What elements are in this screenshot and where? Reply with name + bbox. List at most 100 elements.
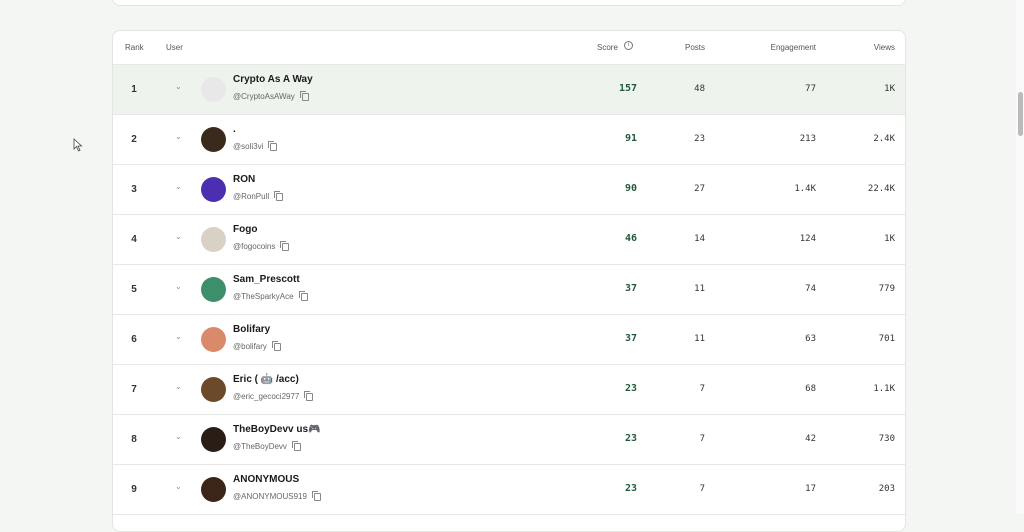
copy-icon[interactable]: [299, 90, 309, 101]
chevron-down-icon[interactable]: ⌄: [175, 432, 182, 441]
chevron-down-icon[interactable]: ⌄: [175, 182, 182, 191]
user-name[interactable]: Crypto As A Way: [233, 74, 313, 85]
user-handle: @TheSparkyAce: [233, 290, 308, 301]
chevron-down-icon[interactable]: ⌄: [175, 332, 182, 341]
score-cell: 23: [624, 433, 637, 444]
table-header: Rank User Score i Posts Engagement Views: [113, 31, 905, 65]
rank-cell: 1: [131, 84, 137, 95]
rank-cell: 4: [131, 234, 137, 245]
rank-cell: 7: [131, 384, 137, 395]
leaderboard-table: Rank User Score i Posts Engagement Views…: [112, 30, 906, 532]
views-cell: 730: [878, 434, 895, 444]
user-name[interactable]: RON: [233, 174, 255, 185]
table-row[interactable]: 9 ⌄ ANONYMOUS @ANONYMOUS919 23 7 17 203: [113, 465, 905, 515]
copy-icon[interactable]: [268, 140, 278, 151]
handle-text: @RonPull: [233, 192, 270, 201]
chevron-down-icon[interactable]: ⌄: [175, 282, 182, 291]
copy-icon[interactable]: [271, 340, 281, 351]
user-name[interactable]: TheBoyDevv us🎮: [233, 424, 320, 435]
rank-cell: 8: [131, 434, 137, 445]
avatar[interactable]: [201, 177, 226, 202]
avatar[interactable]: [201, 477, 226, 502]
posts-cell: 14: [694, 234, 705, 244]
copy-icon[interactable]: [291, 440, 301, 451]
avatar[interactable]: [201, 127, 226, 152]
handle-text: @fogocoins: [233, 242, 276, 251]
scrollbar[interactable]: [1016, 0, 1024, 514]
posts-cell: 7: [699, 384, 705, 394]
user-handle: @RonPull: [233, 190, 284, 201]
copy-icon[interactable]: [274, 190, 284, 201]
views-cell: 1K: [884, 84, 895, 94]
user-name[interactable]: Fogo: [233, 224, 257, 235]
posts-cell: 11: [694, 334, 705, 344]
score-cell: 46: [624, 233, 637, 244]
posts-cell: 7: [699, 484, 705, 494]
handle-text: @TheBoyDevv: [233, 442, 287, 451]
copy-icon[interactable]: [298, 290, 308, 301]
score-cell: 37: [624, 333, 637, 344]
chevron-down-icon[interactable]: ⌄: [175, 132, 182, 141]
table-row[interactable]: 4 ⌄ Fogo @fogocoins 46 14 124 1K: [113, 215, 905, 265]
handle-text: @eric_gecoci2977: [233, 392, 300, 401]
engagement-cell: 74: [805, 284, 816, 294]
score-cell: 23: [624, 483, 637, 494]
chevron-down-icon[interactable]: ⌄: [175, 82, 182, 91]
score-cell: 23: [624, 383, 637, 394]
avatar[interactable]: [201, 327, 226, 352]
table-row[interactable]: 5 ⌄ Sam_Prescott @TheSparkyAce 37 11 74 …: [113, 265, 905, 315]
chevron-down-icon[interactable]: ⌄: [175, 382, 182, 391]
table-row[interactable]: 6 ⌄ Bolifary @bolifary 37 11 63 701: [113, 315, 905, 365]
handle-text: @ANONYMOUS919: [233, 492, 307, 501]
header-posts[interactable]: Posts: [685, 43, 705, 52]
header-user[interactable]: User: [166, 43, 183, 52]
header-engagement[interactable]: Engagement: [771, 43, 816, 52]
posts-cell: 48: [694, 84, 705, 94]
score-cell: 157: [618, 83, 637, 94]
user-name[interactable]: .: [233, 124, 236, 135]
engagement-cell: 1.4K: [794, 184, 816, 194]
rank-cell: 2: [131, 134, 137, 145]
engagement-cell: 124: [799, 234, 816, 244]
user-handle: @eric_gecoci2977: [233, 390, 314, 401]
avatar[interactable]: [201, 277, 226, 302]
info-icon[interactable]: i: [624, 41, 633, 50]
copy-icon[interactable]: [311, 490, 321, 501]
avatar[interactable]: [201, 77, 226, 102]
views-cell: 22.4K: [867, 184, 895, 194]
avatar[interactable]: [201, 427, 226, 452]
posts-cell: 23: [694, 134, 705, 144]
user-handle: @bolifary: [233, 340, 281, 351]
header-views[interactable]: Views: [874, 43, 895, 52]
score-cell: 91: [624, 133, 637, 144]
views-cell: 1.1K: [873, 384, 895, 394]
user-name[interactable]: Eric ( 🤖 /acc): [233, 374, 299, 385]
user-name[interactable]: ANONYMOUS: [233, 474, 299, 485]
rank-cell: 5: [131, 284, 137, 295]
table-row[interactable]: 1 ⌄ Crypto As A Way @CryptoAsAWay 157 48…: [113, 65, 905, 115]
chevron-down-icon[interactable]: ⌄: [175, 232, 182, 241]
engagement-cell: 17: [805, 484, 816, 494]
table-row[interactable]: 3 ⌄ RON @RonPull 90 27 1.4K 22.4K: [113, 165, 905, 215]
table-row[interactable]: 2 ⌄ . @soli3vi 91 23 213 2.4K: [113, 115, 905, 165]
rank-cell: 3: [131, 184, 137, 195]
posts-cell: 7: [699, 434, 705, 444]
avatar[interactable]: [201, 227, 226, 252]
views-cell: 779: [878, 284, 895, 294]
user-handle: @CryptoAsAWay: [233, 90, 309, 101]
chevron-down-icon[interactable]: ⌄: [175, 482, 182, 491]
copy-icon[interactable]: [304, 390, 314, 401]
user-name[interactable]: Bolifary: [233, 324, 270, 335]
engagement-cell: 213: [799, 134, 816, 144]
views-cell: 1K: [884, 234, 895, 244]
header-rank[interactable]: Rank: [125, 43, 144, 52]
avatar[interactable]: [201, 377, 226, 402]
user-handle: @ANONYMOUS919: [233, 490, 321, 501]
copy-icon[interactable]: [280, 240, 290, 251]
views-cell: 2.4K: [873, 134, 895, 144]
table-row[interactable]: 8 ⌄ TheBoyDevv us🎮 @TheBoyDevv 23 7 42 7…: [113, 415, 905, 465]
user-name[interactable]: Sam_Prescott: [233, 274, 300, 285]
views-cell: 203: [878, 484, 895, 494]
scrollbar-thumb[interactable]: [1018, 92, 1023, 136]
table-row[interactable]: 7 ⌄ Eric ( 🤖 /acc) @eric_gecoci2977 23 7…: [113, 365, 905, 415]
